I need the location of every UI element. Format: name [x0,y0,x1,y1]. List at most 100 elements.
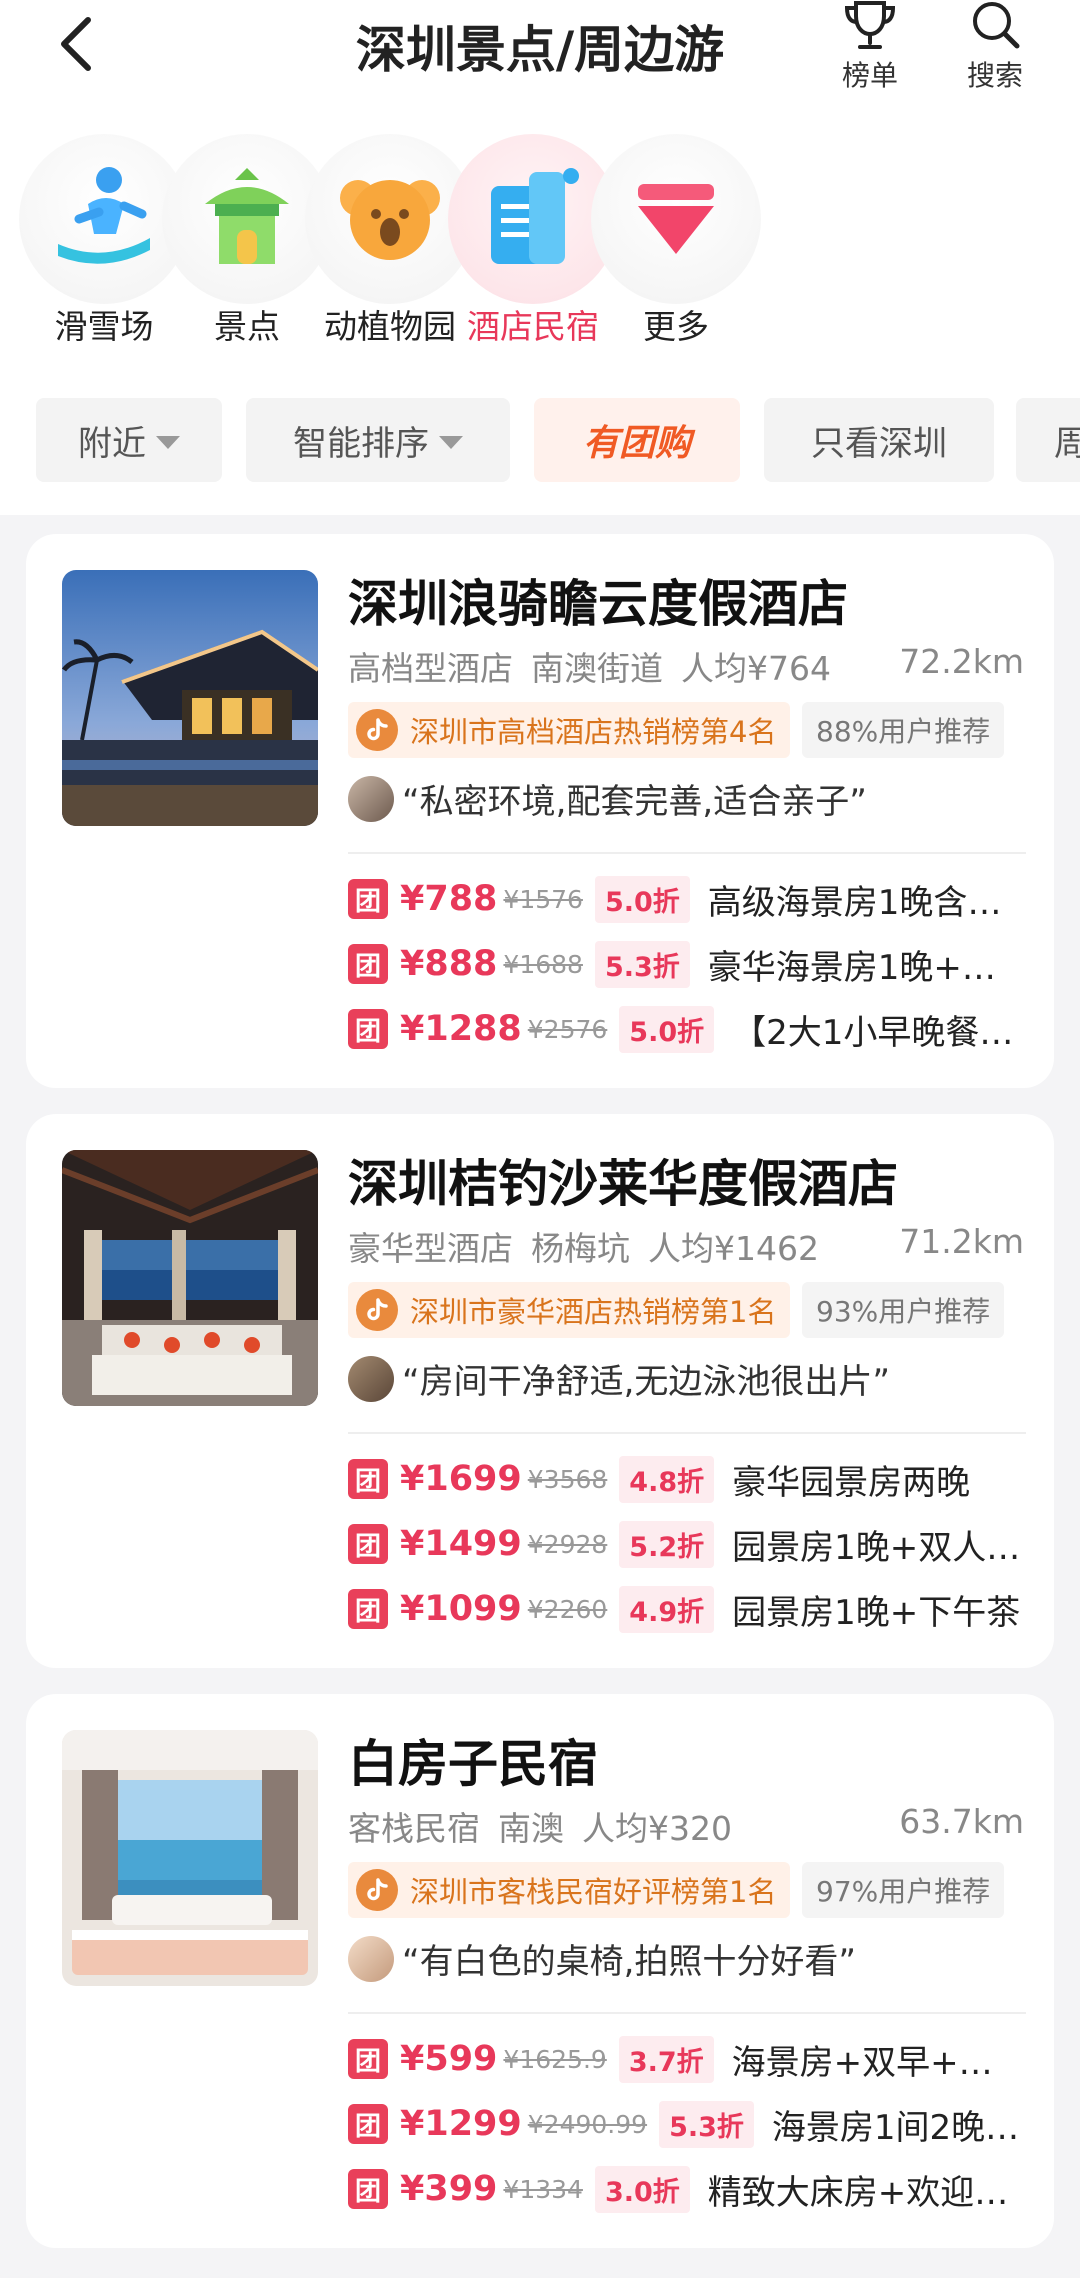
deal-row[interactable]: 团 ¥1699 ¥3568 4.8折 豪华园景房两晚 [348,1454,1026,1504]
deal-discount: 5.2折 [619,1520,715,1568]
hotel-area: 杨梅坑 [531,1229,630,1268]
rank-badge[interactable]: 深圳市豪华酒店热销榜第1名 [348,1282,791,1338]
recommend-badge: 97%用户推荐 [802,1862,1005,1918]
trophy-icon [844,1,896,49]
rank-text: 深圳市客栈民宿好评榜第1名 [410,1875,777,1909]
filter-only-shenzhen[interactable]: 只看深圳 [764,398,994,482]
category-more[interactable]: 更多 [586,134,766,348]
hotel-avg-price: 人均¥1462 [648,1229,819,1268]
hotel-meta: 豪华型酒店 杨梅坑 人均¥1462 71.2km [348,1222,1024,1270]
hotel-name: 深圳浪骑瞻云度假酒店 [348,575,848,633]
filter-sort[interactable]: 智能排序 [246,398,510,482]
deal-price: ¥599 [400,2039,498,2079]
filter-nearby-label: 附近 [78,423,146,464]
divider [348,852,1026,854]
deal-price: ¥1499 [400,1524,522,1564]
deal-row[interactable]: 团 ¥399 ¥1334 3.0折 精致大床房+欢迎水果 [348,2164,1026,2214]
deal-price: ¥888 [400,944,498,984]
hotel-type: 高档型酒店 [348,649,513,688]
filter-group-buy-label: 有团购 [582,423,691,464]
hotel-type: 客栈民宿 [348,1809,480,1848]
deal-original-price: ¥3568 [527,1464,608,1494]
deal-row[interactable]: 团 ¥888 ¥1688 5.3折 豪华海景房1晚+双早 [348,939,1026,989]
group-buy-tag: 团 [348,1524,388,1564]
hotel-area: 南澳街道 [531,649,663,688]
top-nav-bar: 深圳景点/周边游 榜单 搜索 [0,0,1080,120]
group-buy-tag: 团 [348,2039,388,2079]
recommend-badge: 93%用户推荐 [802,1282,1005,1338]
deal-price: ¥1699 [400,1459,522,1499]
review-text: “房间干净舒适,无边泳池很出片” [402,1362,891,1402]
deal-price: ¥1299 [400,2104,522,2144]
deal-name: 豪华园景房两晚 [732,1462,971,1503]
pavilion-icon [205,168,289,264]
search-label: 搜索 [966,59,1023,92]
avatar [348,1935,394,1982]
deal-discount: 5.3折 [659,2100,754,2148]
rank-list-label: 榜单 [841,59,898,92]
deal-row[interactable]: 团 ¥788 ¥1576 5.0折 高级海景房1晚含双早 [348,874,1026,924]
more-arrow-icon [638,184,714,254]
rank-text: 深圳市高档酒店热销榜第4名 [410,715,777,749]
hotel-photo [62,570,318,826]
deal-discount: 5.0折 [594,875,690,923]
douyin-icon [356,1869,398,1911]
deal-name: 园景房1晚+下午茶 [732,1592,1021,1633]
rank-badge[interactable]: 深圳市客栈民宿好评榜第1名 [348,1862,791,1918]
filter-nearby[interactable]: 附近 [36,398,222,482]
filter-sort-label: 智能排序 [293,423,429,464]
deal-price: ¥788 [400,879,498,919]
divider [348,2012,1026,2014]
hotel-card[interactable]: 深圳桔钓沙莱华度假酒店 豪华型酒店 杨梅坑 人均¥1462 71.2km 深圳市豪华… [26,1114,1054,1668]
hotel-avg-price: 人均¥320 [582,1809,732,1848]
hotel-photo [62,1150,318,1406]
deal-name: 精致大床房+欢迎水果 [707,2172,1026,2213]
dropdown-arrow-icon [156,435,180,449]
rank-badge[interactable]: 深圳市高档酒店热销榜第4名 [348,702,791,758]
deal-original-price: ¥1625.9 [503,2044,607,2074]
deal-row[interactable]: 团 ¥1288 ¥2576 5.0折 【2大1小早晚餐套餐 [348,1004,1026,1054]
review-text: “私密环境,配套完善,适合亲子” [402,782,867,822]
deal-price: ¥1099 [400,1589,522,1629]
deal-discount: 5.3折 [594,940,690,988]
rank-list-button[interactable]: 榜单 [815,0,925,94]
deal-name: 海景房1间2晚连住 [771,2107,1026,2148]
filter-group-buy[interactable]: 有团购 [534,398,740,482]
deal-discount: 5.0折 [619,1005,715,1053]
deal-discount: 3.0折 [594,2165,690,2213]
douyin-icon [356,1289,398,1331]
deal-row[interactable]: 团 ¥599 ¥1625.9 3.7折 海景房+双早+果盘 [348,2034,1026,2084]
filter-bar: 附近 智能排序 有团购 只看深圳 周 [0,360,1080,515]
group-buy-tag: 团 [348,879,388,919]
search-icon [973,2,1020,49]
hotel-name: 深圳桔钓沙莱华度假酒店 [348,1155,898,1213]
hotel-icon [491,168,579,264]
recommend-badge: 88%用户推荐 [802,702,1005,758]
deal-row[interactable]: 团 ¥1299 ¥2490.99 5.3折 海景房1间2晚连住 [348,2099,1026,2149]
filter-more[interactable]: 周 [1016,398,1080,482]
hotel-name: 白房子民宿 [348,1735,598,1793]
deal-discount: 4.8折 [619,1455,715,1503]
hotel-card[interactable]: 深圳浪骑瞻云度假酒店 高档型酒店 南澳街道 人均¥764 72.2km 深圳市高档酒… [26,534,1054,1088]
skier-icon [58,167,150,264]
deal-name: 豪华海景房1晚+双早 [707,947,1026,988]
deal-name: 高级海景房1晚含双早 [707,882,1026,923]
category-row: 滑雪场 景点 动植物园 酒店民宿 更多 [0,120,1080,360]
review-quote: “私密环境,配套完善,适合亲子” [348,774,867,823]
hotel-distance: 72.2km [899,642,1024,681]
group-buy-tag: 团 [348,1459,388,1499]
deal-original-price: ¥2928 [527,1529,608,1559]
hotel-distance: 71.2km [899,1222,1024,1261]
filter-more-label: 周 [1054,423,1080,464]
search-button[interactable]: 搜索 [940,0,1050,94]
hotel-card[interactable]: 白房子民宿 客栈民宿 南澳 人均¥320 63.7km 深圳市客栈民宿好评榜第1名 … [26,1694,1054,2248]
group-buy-tag: 团 [348,1009,388,1049]
deal-row[interactable]: 团 ¥1499 ¥2928 5.2折 园景房1晚+双人早餐 [348,1519,1026,1569]
deal-row[interactable]: 团 ¥1099 ¥2260 4.9折 园景房1晚+下午茶 [348,1584,1026,1634]
deal-discount: 4.9折 [619,1585,715,1633]
koala-icon [340,180,440,260]
hotel-area: 南澳 [498,1809,564,1848]
deal-discount: 3.7折 [618,2035,714,2083]
deal-original-price: ¥2260 [527,1594,608,1624]
review-text: “有白色的桌椅,拍照十分好看” [402,1942,857,1982]
